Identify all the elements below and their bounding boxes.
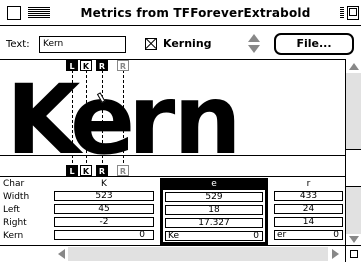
left-marker-top[interactable]: L xyxy=(66,60,78,71)
cell-left[interactable]: 18 xyxy=(165,205,263,215)
cell-left[interactable]: 24 xyxy=(274,204,343,214)
kern-pair-label: er xyxy=(277,230,287,240)
cell-char: K xyxy=(101,179,107,189)
kerning-checkbox[interactable] xyxy=(145,38,157,50)
row-label-char: Char xyxy=(3,179,25,189)
horizontal-scroll-track[interactable] xyxy=(68,247,328,261)
file-button[interactable]: File... xyxy=(274,33,354,55)
cell-char-selected: e xyxy=(160,178,268,190)
sidebearing-line-2[interactable] xyxy=(86,60,87,176)
row-label-width: Width xyxy=(3,192,30,202)
horizontal-scrollbar[interactable] xyxy=(0,245,345,262)
sidebearing-line-1[interactable] xyxy=(72,60,73,176)
sidebearing-line-3[interactable] xyxy=(102,60,103,176)
grow-box-icon[interactable] xyxy=(345,245,361,262)
row-label-kern: Kern xyxy=(3,231,24,241)
close-box-icon[interactable] xyxy=(7,6,21,20)
kerning-label[interactable]: Kerning xyxy=(163,37,212,51)
stepper-arrows-icon[interactable] xyxy=(247,33,261,55)
cell-char: r xyxy=(306,179,311,189)
cell-right[interactable]: 14 xyxy=(274,217,343,227)
zoom-box-icon[interactable] xyxy=(347,6,359,20)
cell-right[interactable]: 17.327 xyxy=(165,218,263,228)
title-stripes-right xyxy=(340,7,344,19)
sidebearing-line-4[interactable] xyxy=(123,60,124,176)
glyph-preview[interactable]: K e rn L K R R L K R R xyxy=(0,59,345,177)
scroll-track-lower[interactable] xyxy=(346,187,361,234)
metrics-column-r[interactable]: r 433 24 14 er 0 xyxy=(272,178,345,245)
cell-width[interactable]: 523 xyxy=(54,191,154,201)
right-marker-bottom-2[interactable]: R xyxy=(117,165,129,176)
metrics-column-k[interactable]: K 523 45 -2 0 xyxy=(52,178,156,245)
toolbar: Text: Kern Kerning File... xyxy=(0,27,361,59)
text-input[interactable]: Kern xyxy=(39,36,126,53)
kern-marker-top[interactable]: K xyxy=(80,60,92,71)
title-bar[interactable]: Metrics from TFForeverExtrabold xyxy=(0,0,361,26)
kern-value: 0 xyxy=(333,230,339,240)
scroll-up-icon[interactable] xyxy=(349,63,359,70)
cell-width[interactable]: 529 xyxy=(165,192,263,202)
kern-value: 0 xyxy=(253,231,259,241)
glyph-rn[interactable]: rn xyxy=(128,72,242,168)
cell-left[interactable]: 45 xyxy=(54,204,154,214)
glyph-k[interactable]: K xyxy=(6,72,80,168)
kern-marker-bottom[interactable]: K xyxy=(80,165,92,176)
metrics-column-e[interactable]: e 529 18 17.327 Ke 0 xyxy=(160,178,268,245)
scroll-thumb[interactable] xyxy=(346,149,361,187)
vertical-scrollbar[interactable] xyxy=(345,59,361,245)
cell-kern[interactable]: 0 xyxy=(54,230,154,240)
text-label: Text: xyxy=(6,39,30,50)
cell-right[interactable]: -2 xyxy=(54,217,154,227)
stepper-down-icon[interactable] xyxy=(248,45,260,53)
metrics-table: Char Width Left Right Kern K 523 45 -2 0… xyxy=(0,178,345,245)
window-title: Metrics from TFForeverExtrabold xyxy=(53,5,338,21)
row-label-left: Left xyxy=(3,205,20,215)
stepper-up-icon[interactable] xyxy=(248,34,260,42)
kern-pair-label: Ke xyxy=(168,231,179,241)
scroll-track-upper[interactable] xyxy=(346,73,361,149)
right-marker-top[interactable]: R xyxy=(96,60,108,71)
title-stripes-left xyxy=(28,7,50,19)
cell-width[interactable]: 433 xyxy=(274,191,343,201)
cell-kern[interactable]: Ke 0 xyxy=(165,231,263,241)
row-label-right: Right xyxy=(3,218,27,228)
right-marker-top-2[interactable]: R xyxy=(117,60,129,71)
scroll-left-icon[interactable] xyxy=(58,249,65,259)
cell-kern[interactable]: er 0 xyxy=(274,230,343,240)
left-marker-bottom[interactable]: L xyxy=(66,165,78,176)
scroll-down-icon[interactable] xyxy=(349,236,359,243)
scroll-right-icon[interactable] xyxy=(332,249,339,259)
right-marker-bottom[interactable]: R xyxy=(96,165,108,176)
